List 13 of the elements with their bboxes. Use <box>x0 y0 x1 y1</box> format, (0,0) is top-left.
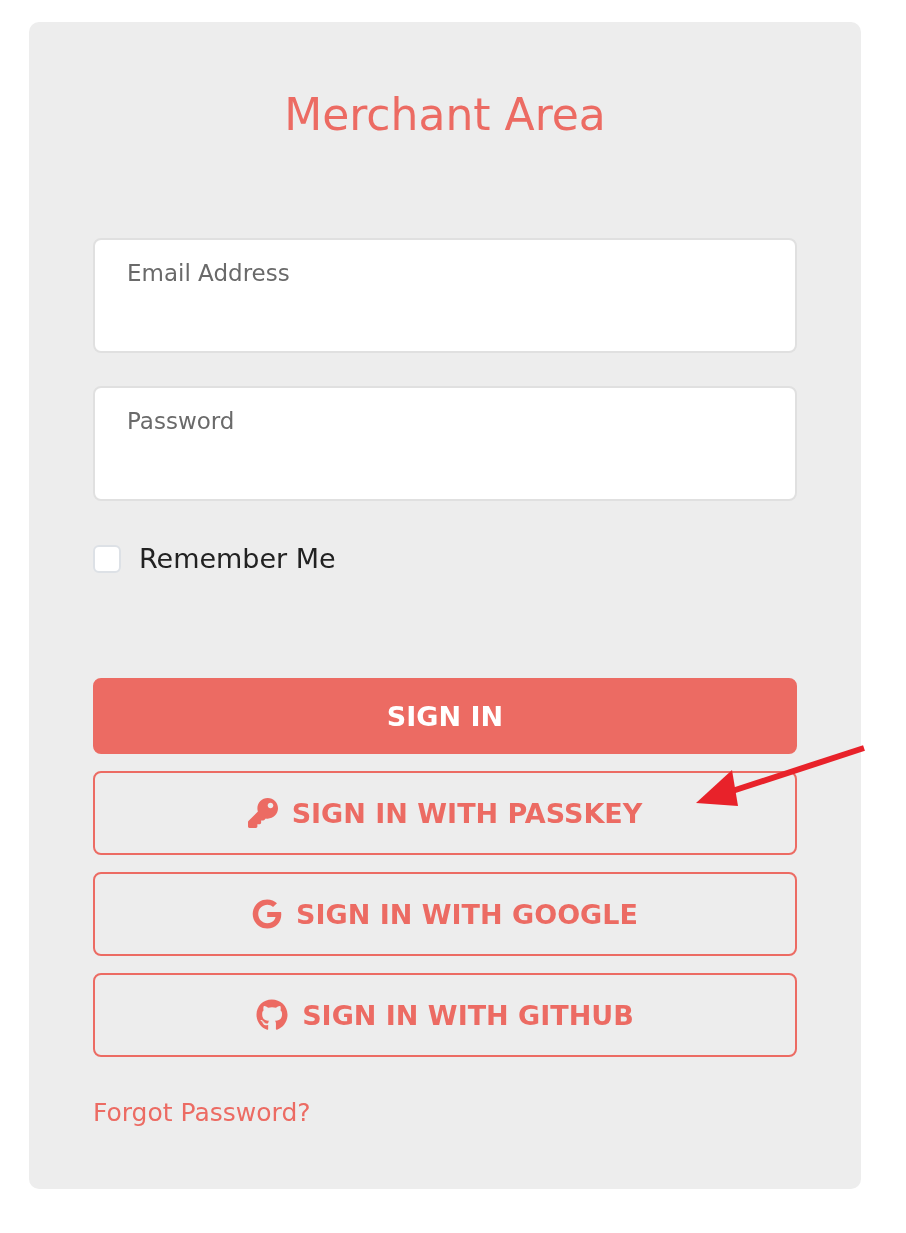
google-icon <box>252 899 283 929</box>
forgot-password-link[interactable]: Forgot Password? <box>93 1098 311 1127</box>
sign-in-option-button[interactable]: SIGN IN WITH GITHUB <box>93 973 797 1057</box>
sign-in-button[interactable]: SIGN IN <box>93 678 797 754</box>
page-title: Merchant Area <box>283 88 607 142</box>
input-field[interactable]: Email Address <box>93 238 797 353</box>
sign-in-option-button[interactable]: SIGN IN WITH GOOGLE <box>93 872 797 956</box>
key-icon <box>247 798 278 828</box>
checkbox[interactable] <box>93 544 121 573</box>
sign-in-option-button[interactable]: SIGN IN WITH PASSKEY <box>93 771 797 855</box>
github-icon <box>256 999 289 1031</box>
checkbox-label: Remember Me <box>139 543 336 574</box>
input-field[interactable]: Password <box>93 386 797 501</box>
